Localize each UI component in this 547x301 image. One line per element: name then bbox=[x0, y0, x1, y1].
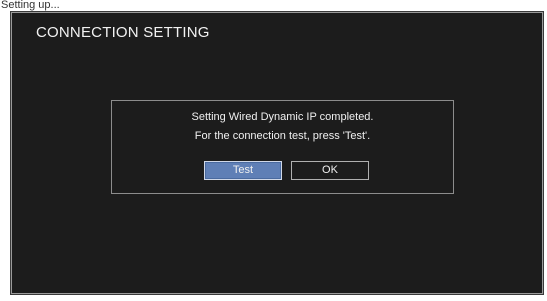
test-button[interactable]: Test bbox=[204, 161, 282, 180]
ok-button[interactable]: OK bbox=[291, 161, 369, 180]
connection-dialog: Setting Wired Dynamic IP completed. For … bbox=[111, 100, 454, 194]
connection-setting-screen: CONNECTION SETTING Setting Wired Dynamic… bbox=[11, 12, 543, 294]
dialog-message-line-2: For the connection test, press 'Test'. bbox=[194, 130, 371, 142]
top-caption-text: Setting up... bbox=[1, 0, 60, 11]
screen-title: CONNECTION SETTING bbox=[36, 24, 210, 41]
dialog-message-line-1: Setting Wired Dynamic IP completed. bbox=[191, 111, 374, 123]
